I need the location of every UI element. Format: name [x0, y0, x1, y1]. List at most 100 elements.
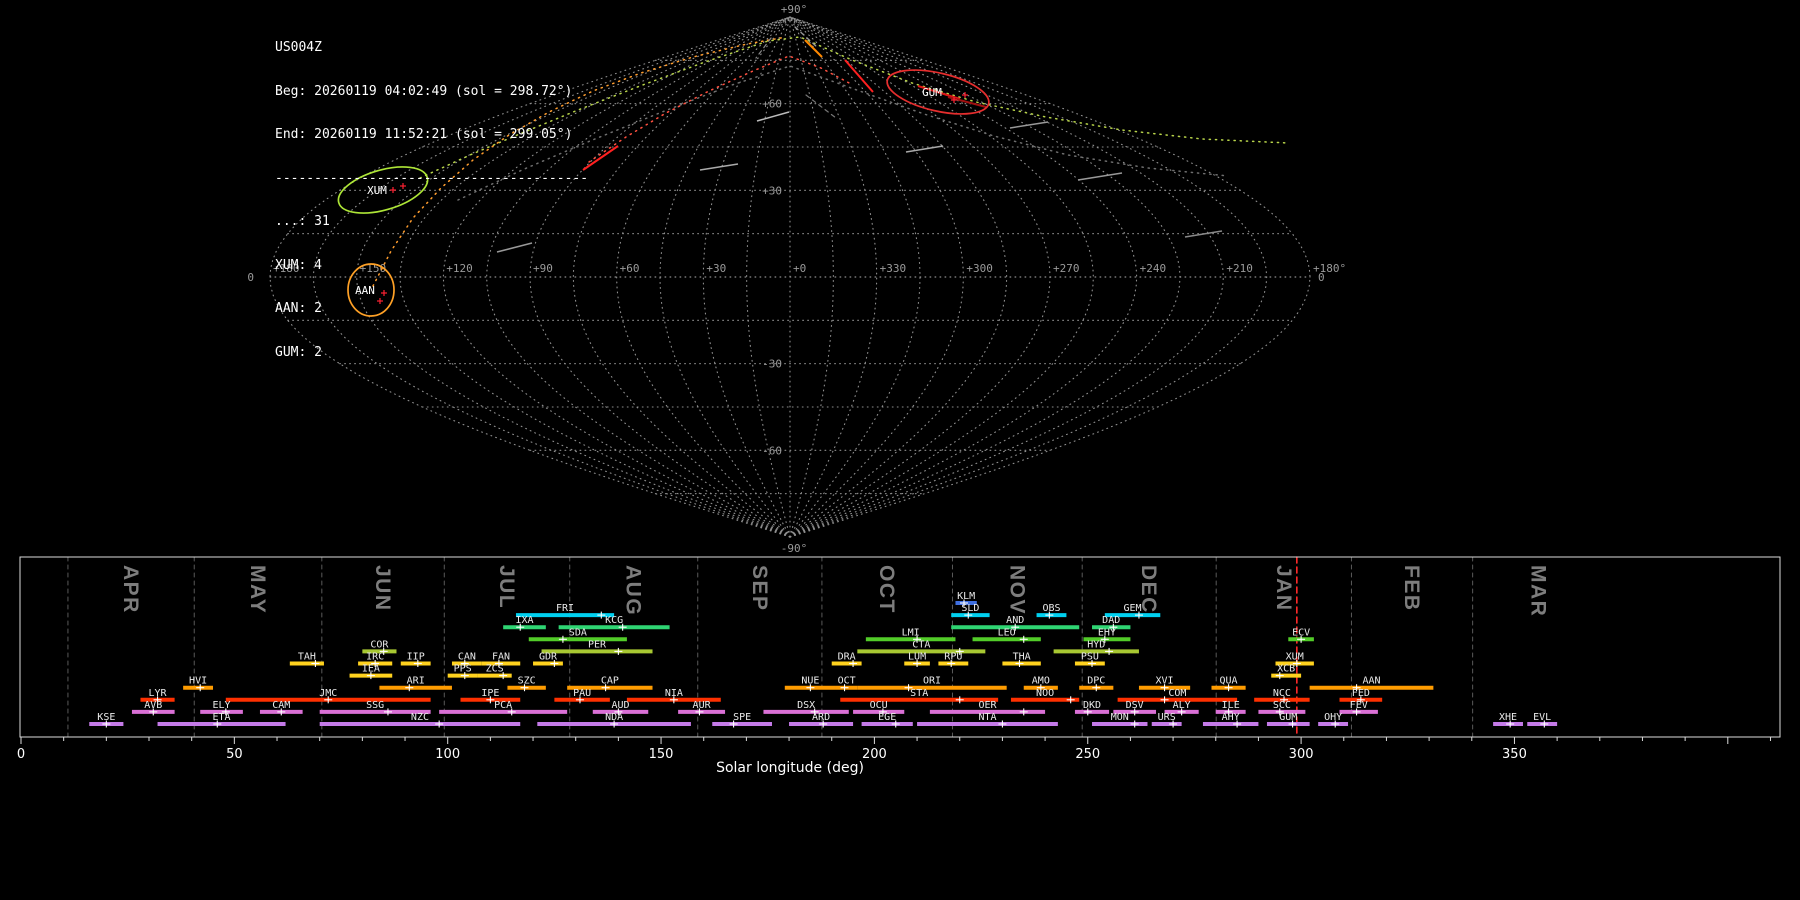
shower-label-CAP: CAP	[601, 676, 619, 687]
shower-label-DPC: DPC	[1087, 676, 1105, 687]
shower-label-SDA: SDA	[569, 627, 587, 638]
svg-text:0: 0	[1318, 271, 1325, 284]
shower-label-IIP: IIP	[407, 652, 425, 663]
shower-label-PAU: PAU	[573, 688, 591, 699]
shower-label-XVI: XVI	[1156, 676, 1174, 687]
shower-label-PPS: PPS	[454, 664, 472, 675]
shower-label-IXA: IXA	[515, 615, 533, 626]
shower-label-NZC: NZC	[411, 712, 429, 723]
meteor-trail	[1184, 230, 1223, 238]
activity-timeline: APR MAY JUN JUL AUG SEP OCT NOV DEC JAN FEB MAR0 50 1…	[17, 556, 1781, 762]
shower-label-KSE: KSE	[97, 712, 115, 723]
svg-text:+30: +30	[706, 262, 726, 275]
month-label-MAR: MAR	[1526, 565, 1549, 617]
shower-label-AMO: AMO	[1032, 676, 1050, 687]
shower-label-HYD: HYD	[1087, 639, 1105, 650]
shower-label-NUE: NUE	[801, 676, 819, 687]
shower-label-NIA: NIA	[665, 688, 683, 699]
shower-label-ECV: ECV	[1292, 627, 1310, 638]
shower-label-JMC: JMC	[319, 688, 337, 699]
station-id: US004Z	[275, 40, 322, 55]
shower-label-ILE: ILE	[1222, 700, 1240, 711]
x-tick-label: 50	[226, 747, 243, 762]
shower-label-ZCS: ZCS	[486, 664, 504, 675]
shower-label-DKD: DKD	[1083, 700, 1101, 711]
shower-label-GEM: GEM	[1124, 603, 1142, 614]
svg-text:+210: +210	[1226, 262, 1253, 275]
shower-label-EVL: EVL	[1533, 712, 1551, 723]
svg-text:+240: +240	[1140, 262, 1167, 275]
shower-label-ELY: ELY	[213, 700, 231, 711]
shower-label-PSU: PSU	[1081, 652, 1099, 663]
svg-text:+60: +60	[762, 98, 782, 111]
svg-text:+60: +60	[620, 262, 640, 275]
shower-label-STA: STA	[910, 688, 928, 699]
shower-label-EHY: EHY	[1098, 627, 1116, 638]
svg-text:0: 0	[247, 271, 254, 284]
x-tick-label: 150	[649, 747, 674, 762]
shower-label-CTA: CTA	[912, 639, 930, 650]
shower-label-XCB: XCB	[1277, 664, 1295, 675]
shower-label-OHY: OHY	[1324, 712, 1342, 723]
shower-label-XHE: XHE	[1499, 712, 1517, 723]
svg-text:-60: -60	[762, 444, 782, 457]
shower-label-FRI: FRI	[556, 603, 574, 614]
shower-label-OBS: OBS	[1042, 603, 1060, 614]
shower-label-IPE: IPE	[481, 688, 499, 699]
shower-label-KLM: KLM	[957, 591, 975, 602]
radiant-label-GUM: GUM	[922, 86, 942, 99]
shower-label-LEO: LEO	[998, 627, 1016, 638]
shower-label-TAH: TAH	[298, 652, 316, 663]
shower-label-FAN: FAN	[492, 652, 510, 663]
count-xum: XUM: 4	[275, 257, 322, 273]
shower-label-ARI: ARI	[407, 676, 425, 687]
meteor-observation-screen: +180 +150 +120 +90 +60 +30 +0 +330 +300 +270 +240 +…	[0, 0, 1800, 900]
shower-label-KCG: KCG	[605, 615, 623, 626]
shower-label-CAN: CAN	[458, 652, 476, 663]
shower-label-MON: MON	[1111, 712, 1129, 723]
svg-text:+270: +270	[1053, 262, 1080, 275]
shower-label-DSX: DSX	[797, 700, 815, 711]
shower-label-RPU: RPU	[944, 652, 962, 663]
svg-text:+90°: +90°	[781, 3, 808, 16]
svg-text:-90°: -90°	[781, 542, 808, 555]
shower-label-THA: THA	[1013, 652, 1031, 663]
month-label-FEB: FEB	[1400, 565, 1423, 612]
shower-label-NOO: NOO	[1036, 688, 1054, 699]
month-label-AUG: AUG	[622, 565, 645, 616]
meteor-trail	[1009, 121, 1049, 129]
meteor-trail	[582, 145, 619, 171]
end-time: End: 20260119 11:52:21 (sol = 299.05°)	[275, 127, 573, 142]
shower-label-XUM: XUM	[1286, 652, 1304, 663]
shower-label-ORI: ORI	[923, 676, 941, 687]
meteor-trail	[1077, 172, 1123, 181]
plot-canvas: +180 +150 +120 +90 +60 +30 +0 +330 +300 +270 +240 +…	[17, 3, 1781, 762]
shower-label-IEA: IEA	[362, 664, 380, 675]
shower-label-URS: URS	[1158, 712, 1176, 723]
shower-label-IRC: IRC	[366, 652, 384, 663]
shower-label-NDA: NDA	[605, 712, 623, 723]
shower-label-PER: PER	[588, 639, 607, 650]
separator-line: ----------------------------------------	[275, 170, 589, 186]
shower-label-SCC: SCC	[1273, 700, 1291, 711]
shower-label-LYR: LYR	[149, 688, 168, 699]
svg-text:+30: +30	[762, 184, 782, 197]
shower-label-GDR: GDR	[539, 652, 558, 663]
shower-label-AHY: AHY	[1222, 712, 1240, 723]
x-axis-title: Solar longitude (deg)	[716, 760, 864, 776]
shower-label-EGE: EGE	[878, 712, 896, 723]
x-tick-label: 350	[1502, 747, 1527, 762]
shower-label-OER: OER	[978, 700, 997, 711]
shower-label-PCA: PCA	[494, 700, 512, 711]
shower-label-ARD: ARD	[812, 712, 830, 723]
month-label-MAY: MAY	[246, 565, 269, 614]
shower-label-HVI: HVI	[189, 676, 207, 687]
svg-text:-30: -30	[762, 358, 782, 371]
x-tick-label: 0	[17, 747, 25, 762]
meteor-trail	[905, 145, 944, 153]
x-tick-label: 300	[1289, 747, 1314, 762]
shower-label-AND: AND	[1006, 615, 1024, 626]
shower-label-AAN: AAN	[1362, 676, 1380, 687]
shower-label-FEV: FEV	[1350, 700, 1368, 711]
shower-label-ETA: ETA	[213, 712, 231, 723]
